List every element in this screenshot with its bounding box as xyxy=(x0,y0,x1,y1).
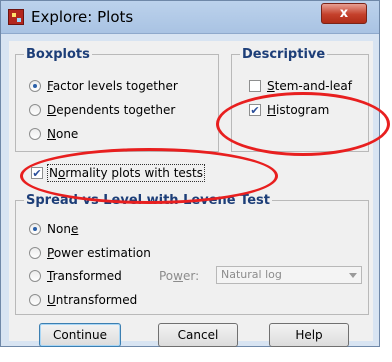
continue-button[interactable]: Continue xyxy=(39,323,121,347)
annotation-ellipse-normality xyxy=(20,148,278,204)
window-title: Explore: Plots xyxy=(31,8,134,26)
radio-selected-icon xyxy=(29,223,41,235)
power-label: Po w er: xyxy=(159,269,200,283)
radio-icon xyxy=(29,247,41,259)
radio-icon xyxy=(29,294,41,306)
radio-icon xyxy=(29,270,41,282)
help-button[interactable]: Help xyxy=(269,323,349,347)
radio-dependents-together[interactable]: Dependents together xyxy=(29,103,175,117)
radio-label: Factor levels together xyxy=(47,79,178,93)
spss-app-icon xyxy=(8,9,24,25)
radio-icon xyxy=(29,104,41,116)
cancel-button[interactable]: Cancel xyxy=(158,323,238,347)
radio-none-boxplots[interactable]: None xyxy=(29,127,78,141)
radio-selected-icon xyxy=(29,80,41,92)
boxplots-legend: Boxplots xyxy=(26,47,90,62)
radio-spread-none[interactable]: None xyxy=(29,222,78,236)
close-button[interactable]: x xyxy=(321,3,367,24)
power-dropdown[interactable]: Natural log xyxy=(216,266,362,284)
radio-icon xyxy=(29,128,41,140)
chevron-down-icon xyxy=(349,273,357,278)
radio-transformed[interactable]: Transformed xyxy=(29,269,122,283)
radio-factor-levels-together[interactable]: Factor levels together xyxy=(29,79,178,93)
radio-label: Untransformed xyxy=(47,293,138,307)
radio-label: Power estimation xyxy=(47,246,151,260)
radio-label: None xyxy=(47,222,79,236)
checkbox-stem-and-leaf[interactable]: Stem-and-leaf xyxy=(249,79,352,93)
radio-label: None xyxy=(47,127,79,141)
checkbox-label: Stem-and-leaf xyxy=(267,79,352,93)
annotation-ellipse-histogram xyxy=(216,92,390,156)
radio-label: Transformed xyxy=(47,269,122,283)
radio-untransformed[interactable]: Untransformed xyxy=(29,293,137,307)
descriptive-legend: Descriptive xyxy=(242,47,326,62)
radio-label: Dependents together xyxy=(47,103,176,117)
checkbox-icon xyxy=(249,80,261,92)
title-bar[interactable]: Explore: Plots x xyxy=(1,1,379,34)
power-dropdown-value: Natural log xyxy=(221,268,282,281)
radio-power-estimation[interactable]: Power estimation xyxy=(29,246,151,260)
